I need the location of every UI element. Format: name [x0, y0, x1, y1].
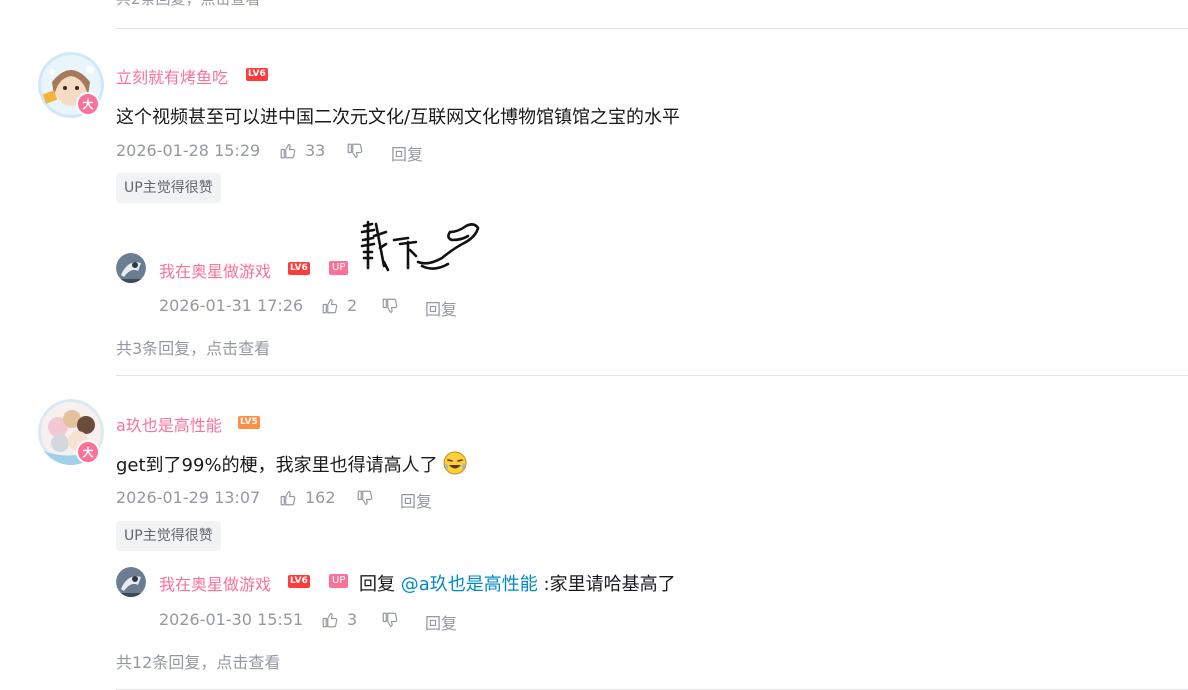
dislike-button[interactable]: [381, 611, 399, 633]
vip-badge: 大: [76, 440, 100, 464]
thumbs-up-icon: [280, 490, 296, 505]
up-liked-tag: UP主觉得很赞: [116, 521, 221, 551]
reply-time: 2026-01-31 17:26: [159, 296, 304, 315]
like-count: 2: [347, 296, 358, 315]
reply-avatar[interactable]: [116, 567, 146, 597]
thumbs-up-icon: [322, 298, 338, 313]
reply-avatar[interactable]: [116, 253, 146, 283]
reply-button[interactable]: 回复: [400, 488, 432, 512]
dislike-button[interactable]: [356, 489, 374, 511]
like-count: 162: [305, 488, 336, 507]
thumbs-up-icon: [322, 612, 338, 627]
comment-text: get到了99%的梗，我家里也得请高人了: [116, 455, 438, 476]
thumbs-down-icon: [357, 490, 373, 505]
divider: [116, 375, 1188, 376]
vip-badge: 大: [76, 92, 100, 116]
reply-button[interactable]: 回复: [425, 610, 457, 634]
up-tag: UP: [329, 261, 349, 275]
up-liked-tag: UP主觉得很赞: [116, 173, 221, 203]
view-more-replies[interactable]: 共3条回复，点击查看: [116, 335, 270, 359]
like-button[interactable]: 3: [321, 610, 357, 629]
comment-content: 这个视频甚至可以进中国二次元文化/互联网文化博物馆镇馆之宝的水平: [116, 107, 681, 128]
thumbs-down-icon: [382, 298, 398, 313]
reply-username[interactable]: 我在奥星做游戏: [159, 571, 271, 595]
comment-time: 2026-01-28 15:29: [116, 141, 261, 160]
like-count: 3: [347, 610, 358, 629]
sticker-image: [358, 218, 482, 278]
level-badge: LV6: [288, 262, 310, 275]
reply-prefix: 回复: [359, 574, 395, 595]
comment-username[interactable]: 立刻就有烤鱼吃: [116, 64, 228, 88]
previous-reply-summary[interactable]: 共2条回复，点击查看: [116, 0, 261, 9]
avatar-image: [116, 567, 146, 597]
thumbs-up-icon: [280, 143, 296, 158]
dislike-button[interactable]: [381, 297, 399, 319]
level-badge: LV6: [288, 575, 310, 588]
like-button[interactable]: 2: [321, 296, 357, 315]
like-button[interactable]: 33: [279, 141, 325, 160]
dislike-button[interactable]: [346, 142, 364, 164]
comment-username[interactable]: a玖也是高性能: [116, 412, 222, 436]
view-more-replies[interactable]: 共12条回复，点击查看: [116, 649, 280, 673]
reply-time: 2026-01-30 15:51: [159, 610, 304, 629]
like-count: 33: [305, 141, 326, 160]
level-badge: LV5: [238, 416, 260, 429]
reply-button[interactable]: 回复: [425, 296, 457, 320]
comment-content: get到了99%的梗，我家里也得请高人了: [116, 451, 467, 477]
reply-username[interactable]: 我在奥星做游戏: [159, 258, 271, 282]
reply-text: :家里请哈基高了: [543, 574, 676, 595]
divider: [116, 28, 1188, 29]
thumbs-down-icon: [347, 143, 363, 158]
comment-time: 2026-01-29 13:07: [116, 488, 261, 507]
reply-content: 回复 @a玖也是高性能 :家里请哈基高了: [359, 570, 676, 596]
avatar-image: [116, 253, 146, 283]
mention-link[interactable]: @a玖也是高性能: [401, 574, 538, 595]
thumbs-down-icon: [382, 612, 398, 627]
reply-button[interactable]: 回复: [391, 141, 423, 165]
crying-laugh-emoji-icon: [443, 451, 467, 475]
like-button[interactable]: 162: [279, 488, 336, 507]
level-badge: LV6: [246, 68, 268, 81]
up-tag: UP: [329, 574, 349, 588]
